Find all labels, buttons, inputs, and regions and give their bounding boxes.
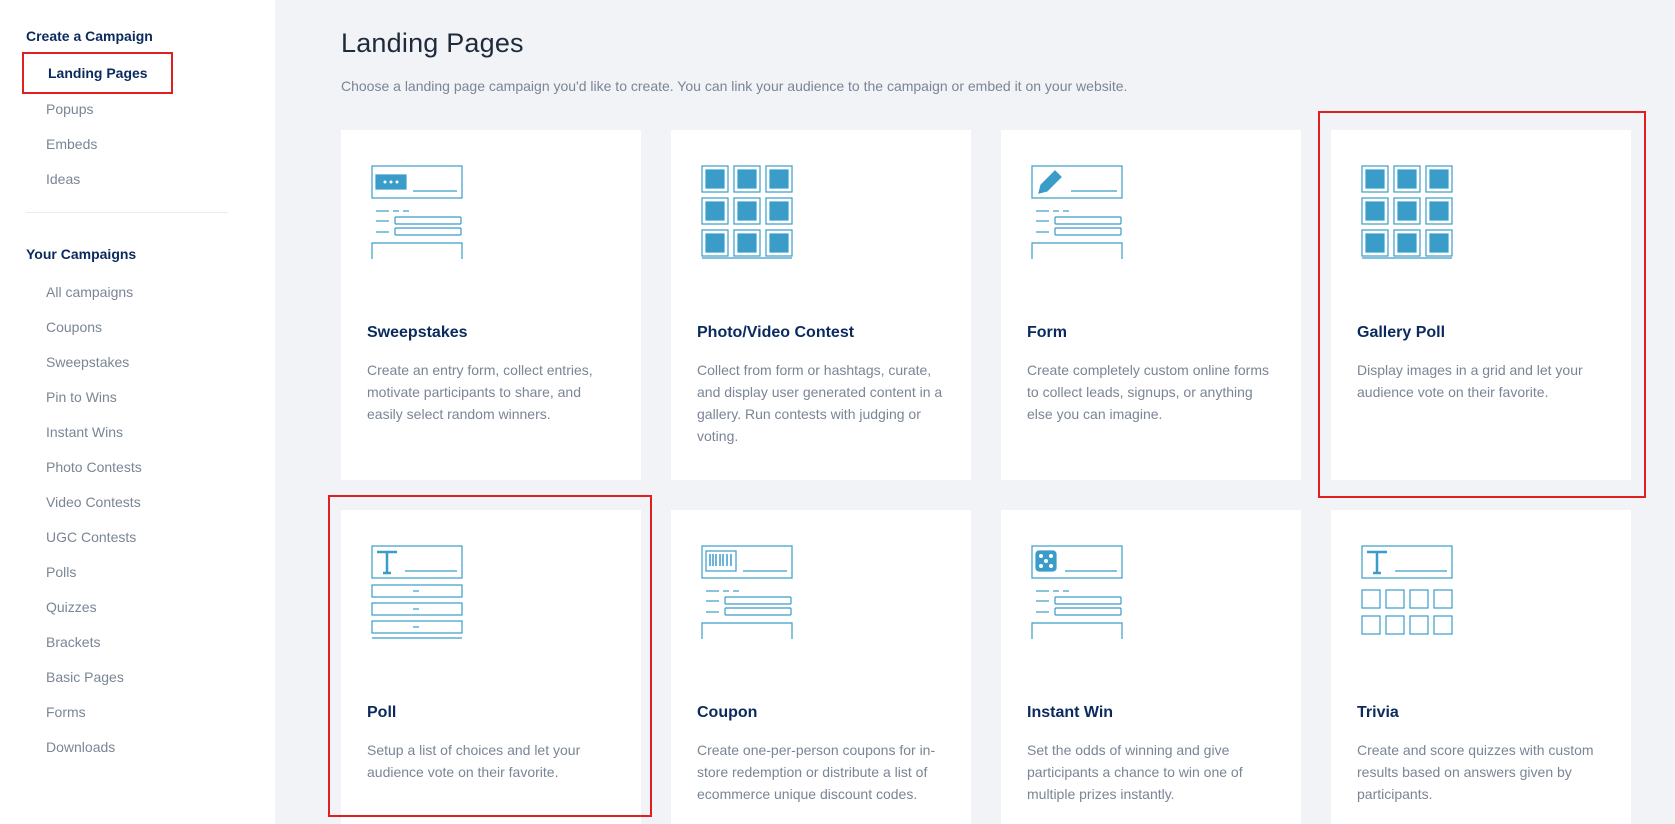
text-list-icon [371,545,463,639]
card-description: Create one-per-person coupons for in-sto… [697,742,936,802]
sidebar-item-popups[interactable]: Popups [46,101,93,117]
sidebar-item-polls[interactable]: Polls [46,564,76,580]
sidebar-divider [26,212,228,213]
sidebar-item-pin-to-wins[interactable]: Pin to Wins [46,389,117,405]
sidebar-item-ideas[interactable]: Ideas [46,171,80,187]
card-title: Poll [367,704,397,721]
pencil-form-icon [1031,165,1123,259]
card-instant-win[interactable]: Instant Win Set the odds of winning and … [1001,510,1301,824]
card-sweepstakes[interactable]: Sweepstakes Create an entry form, collec… [341,130,641,480]
card-title: Sweepstakes [367,324,468,341]
card-description: Create and score quizzes with custom res… [1357,742,1594,802]
ticket-form-icon [371,165,463,259]
card-photo-video-contest[interactable]: Photo/Video Contest Collect from form or… [671,130,971,480]
sidebar-item-forms[interactable]: Forms [46,704,86,720]
card-description: Collect from form or hashtags, curate, a… [697,362,943,444]
sidebar-item-basic-pages[interactable]: Basic Pages [46,669,124,685]
page-title: Landing Pages [341,28,524,58]
card-title: Photo/Video Contest [697,324,855,341]
sidebar-item-embeds[interactable]: Embeds [46,136,97,152]
card-gallery-poll[interactable]: Gallery Poll Display images in a grid an… [1331,130,1631,480]
card-description: Set the odds of winning and give partici… [1027,742,1243,802]
sidebar-item-quizzes[interactable]: Quizzes [46,599,97,615]
card-description: Create an entry form, collect entries, m… [367,362,593,422]
dice-form-icon [1031,545,1123,639]
card-form[interactable]: Form Create completely custom online for… [1001,130,1301,480]
sidebar-item-landing-pages[interactable]: Landing Pages [22,52,173,94]
card-trivia[interactable]: Trivia Create and score quizzes with cus… [1331,510,1631,824]
sidebar-item-downloads[interactable]: Downloads [46,739,115,755]
card-description: Create completely custom online forms to… [1027,362,1269,422]
card-title: Coupon [697,704,758,721]
sidebar-item-photo-contests[interactable]: Photo Contests [46,459,142,475]
card-description: Setup a list of choices and let your aud… [367,742,581,780]
card-title: Gallery Poll [1357,324,1446,341]
card-description: Display images in a grid and let your au… [1357,362,1583,400]
image-grid-icon [701,165,793,259]
create-campaign-heading: Create a Campaign [26,28,153,44]
sidebar-item-coupons[interactable]: Coupons [46,319,102,335]
your-campaigns-heading: Your Campaigns [26,246,137,262]
sidebar-item-video-contests[interactable]: Video Contests [46,494,141,510]
barcode-form-icon [701,545,793,639]
sidebar-item-instant-wins[interactable]: Instant Wins [46,424,123,440]
image-grid-icon [1361,165,1453,259]
card-title: Form [1027,324,1067,341]
card-title: Instant Win [1027,704,1114,721]
card-poll[interactable]: Poll Setup a list of choices and let you… [341,510,641,824]
page-subtitle: Choose a landing page campaign you'd lik… [341,78,1128,94]
text-grid-icon [1361,545,1453,635]
sidebar-item-all-campaigns[interactable]: All campaigns [46,284,133,300]
sidebar-item-ugc-contests[interactable]: UGC Contests [46,529,136,545]
sidebar-item-brackets[interactable]: Brackets [46,634,100,650]
sidebar: Create a Campaign Landing Pages Popups E… [0,0,275,824]
card-coupon[interactable]: Coupon Create one-per-person coupons for… [671,510,971,824]
sidebar-item-sweepstakes[interactable]: Sweepstakes [46,354,129,370]
card-title: Trivia [1357,704,1399,721]
